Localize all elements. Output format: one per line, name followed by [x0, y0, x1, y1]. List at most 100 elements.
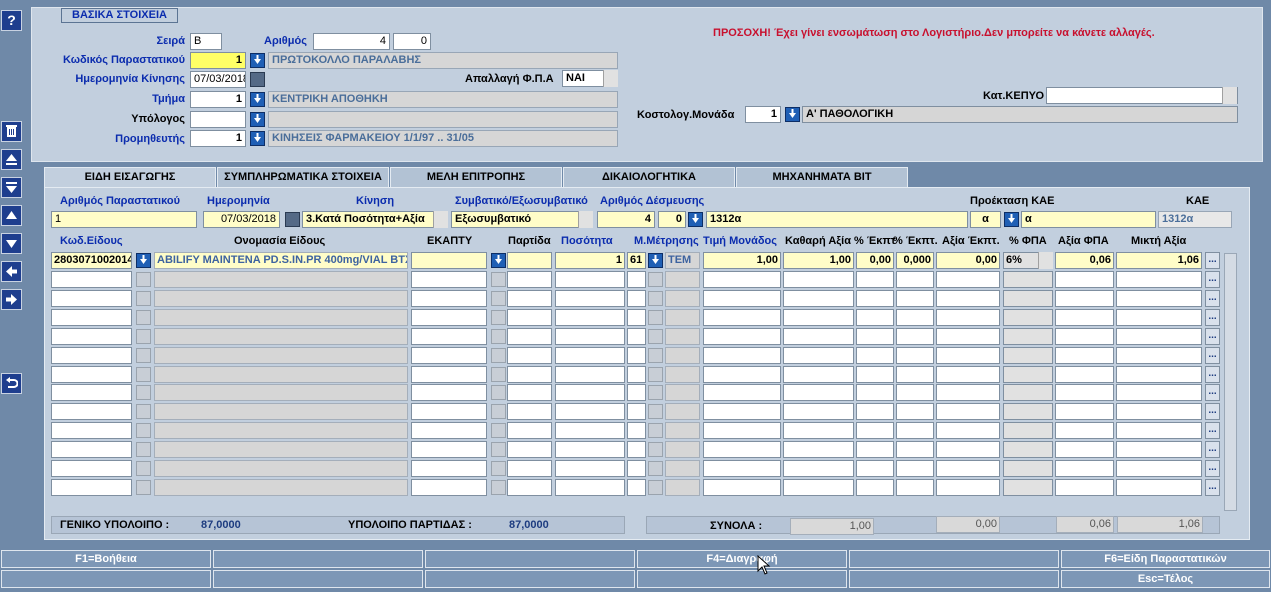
table-cell[interactable]	[856, 290, 894, 307]
fkey-7[interactable]	[1, 570, 211, 588]
table-cell[interactable]	[154, 403, 408, 420]
calendar-icon[interactable]	[250, 72, 265, 87]
table-cell[interactable]	[783, 366, 854, 383]
table-cell[interactable]	[51, 328, 132, 345]
table-cell[interactable]	[936, 422, 1000, 439]
fkey-8[interactable]	[213, 570, 423, 588]
arithmos-field[interactable]: 4	[313, 33, 390, 50]
table-cell[interactable]	[51, 347, 132, 364]
undo-icon[interactable]	[1, 373, 22, 394]
fkey-2[interactable]	[213, 550, 423, 568]
table-cell[interactable]	[936, 366, 1000, 383]
lookup-icon[interactable]	[136, 423, 151, 438]
table-cell[interactable]	[627, 384, 646, 401]
tmima-lookup-icon[interactable]	[250, 92, 265, 107]
table-cell[interactable]	[154, 441, 408, 458]
table-cell[interactable]	[1116, 290, 1202, 307]
table-cell[interactable]	[154, 309, 408, 326]
table-cell[interactable]	[154, 479, 408, 496]
table-cell[interactable]	[411, 290, 487, 307]
table-cell[interactable]	[783, 460, 854, 477]
table-cell[interactable]	[703, 271, 781, 288]
tab-dikaiologitika[interactable]: ΔΙΚΑΙΟΛΟΓΗΤΙΚΑ	[563, 167, 735, 187]
lookup-icon[interactable]	[648, 461, 663, 476]
table-cell[interactable]	[555, 290, 625, 307]
table-cell[interactable]	[411, 328, 487, 345]
fkey-11[interactable]	[849, 570, 1059, 588]
table-cell[interactable]	[154, 271, 408, 288]
first-record-icon[interactable]	[1, 149, 22, 170]
chevron-down-icon[interactable]	[578, 211, 593, 228]
kostol-lookup-icon[interactable]	[785, 107, 800, 122]
lookup-icon[interactable]	[648, 404, 663, 419]
kodikos-lookup-icon[interactable]	[250, 53, 265, 68]
kostol-field[interactable]: 1	[745, 106, 781, 123]
back-icon[interactable]	[1, 261, 22, 282]
table-cell[interactable]	[783, 309, 854, 326]
table-cell[interactable]	[856, 366, 894, 383]
date-field[interactable]: 07/03/2018	[190, 71, 246, 88]
table-cell[interactable]	[555, 271, 625, 288]
table-cell[interactable]	[1116, 328, 1202, 345]
row1-disc-val[interactable]: 0,00	[936, 252, 1000, 269]
row-more-button[interactable]: ...	[1205, 403, 1220, 420]
row1-code-lookup-icon[interactable]	[136, 253, 151, 268]
row-more-button[interactable]: ...	[1205, 271, 1220, 288]
table-cell[interactable]	[627, 347, 646, 364]
table-cell[interactable]	[665, 441, 700, 458]
table-cell[interactable]	[703, 441, 781, 458]
lookup-icon[interactable]	[491, 442, 506, 457]
chevron-down-icon[interactable]	[1038, 252, 1053, 269]
table-cell[interactable]	[154, 384, 408, 401]
lookup-icon[interactable]	[136, 367, 151, 382]
table-cell[interactable]	[783, 422, 854, 439]
table-cell[interactable]	[856, 309, 894, 326]
table-cell[interactable]	[665, 328, 700, 345]
table-cell[interactable]	[627, 366, 646, 383]
chevron-down-icon[interactable]	[433, 211, 448, 228]
table-cell[interactable]	[411, 366, 487, 383]
table-cell[interactable]	[627, 328, 646, 345]
table-cell[interactable]	[555, 347, 625, 364]
chevron-down-icon[interactable]	[1222, 87, 1237, 104]
help-button[interactable]: ?	[1, 10, 22, 31]
table-cell[interactable]	[936, 328, 1000, 345]
table-cell[interactable]	[1003, 366, 1053, 383]
table-cell[interactable]	[783, 328, 854, 345]
table-cell[interactable]	[507, 347, 552, 364]
table-cell[interactable]	[936, 441, 1000, 458]
tab-symplirwmatika[interactable]: ΣΥΜΠΛΗΡΩΜΑΤΙΚΑ ΣΤΟΙΧΕΙΑ	[217, 167, 389, 187]
table-cell[interactable]	[555, 309, 625, 326]
table-cell[interactable]	[896, 460, 934, 477]
fkey-5[interactable]	[849, 550, 1059, 568]
row1-mm[interactable]: 61	[627, 252, 646, 269]
lookup-icon[interactable]	[491, 310, 506, 325]
table-cell[interactable]	[51, 441, 132, 458]
table-cell[interactable]	[1003, 403, 1053, 420]
tab-meli[interactable]: ΜΕΛΗ ΕΠΙΤΡΟΠΗΣ	[390, 167, 562, 187]
fkey-f1[interactable]: F1=Βοήθεια	[1, 550, 211, 568]
lookup-icon[interactable]	[491, 385, 506, 400]
table-cell[interactable]	[51, 290, 132, 307]
table-cell[interactable]	[896, 347, 934, 364]
table-cell[interactable]	[411, 422, 487, 439]
table-cell[interactable]	[703, 328, 781, 345]
table-cell[interactable]	[507, 290, 552, 307]
table-cell[interactable]	[507, 479, 552, 496]
table-cell[interactable]	[507, 422, 552, 439]
table-cell[interactable]	[936, 384, 1000, 401]
table-cell[interactable]	[555, 441, 625, 458]
table-cell[interactable]	[1055, 384, 1114, 401]
table-cell[interactable]	[627, 271, 646, 288]
table-cell[interactable]	[507, 403, 552, 420]
table-cell[interactable]	[411, 403, 487, 420]
table-cell[interactable]	[896, 290, 934, 307]
table-cell[interactable]	[783, 479, 854, 496]
table-cell[interactable]	[896, 309, 934, 326]
table-cell[interactable]	[703, 479, 781, 496]
table-cell[interactable]	[627, 290, 646, 307]
row-more-button[interactable]: ...	[1205, 441, 1220, 458]
lookup-icon[interactable]	[136, 348, 151, 363]
lookup-icon[interactable]	[136, 461, 151, 476]
table-cell[interactable]	[154, 366, 408, 383]
